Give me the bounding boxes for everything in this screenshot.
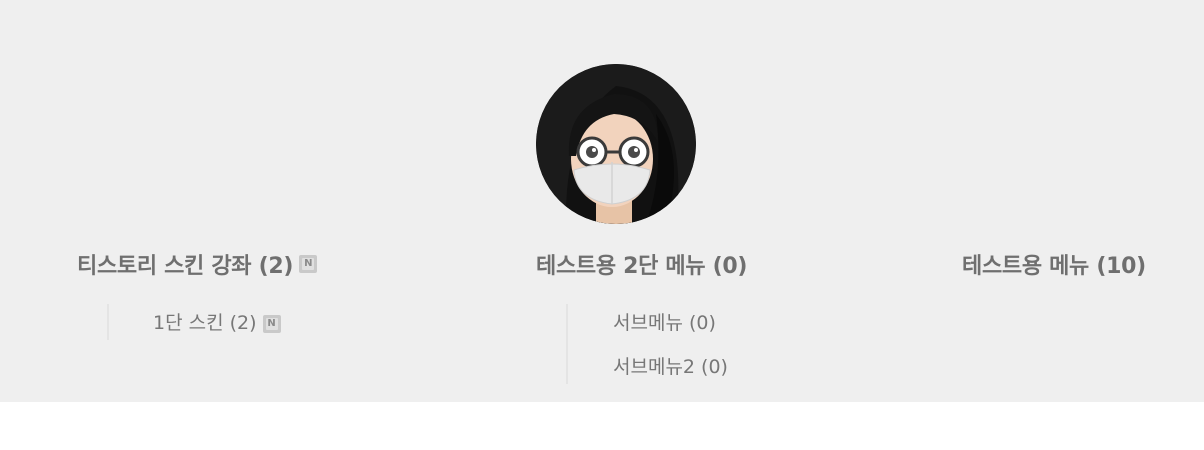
subcategory-item-1dan-skin[interactable]: 1단 스킨 (2) N (153, 304, 281, 340)
subcategory-label: 1단 스킨 (2) (153, 312, 257, 334)
category-title-label: 테스트용 메뉴 (10) (962, 254, 1146, 279)
category-title-tistory-skin[interactable]: 티스토리 스킨 강좌 (2) N (77, 248, 318, 280)
new-badge-icon: N (262, 314, 281, 333)
subcategory-list-test-2dan-menu: 서브메뉴 (0) 서브메뉴2 (0) (566, 304, 728, 384)
subcategory-item-submenu[interactable]: 서브메뉴 (0) (613, 304, 728, 348)
new-badge-icon: N (299, 255, 318, 273)
category-title-test-2dan-menu[interactable]: 테스트용 2단 메뉴 (0) (536, 248, 747, 280)
subcategory-item-submenu2[interactable]: 서브메뉴2 (0) (613, 348, 728, 392)
category-title-label: 테스트용 2단 메뉴 (0) (536, 254, 748, 279)
memoji-avatar-icon (536, 64, 696, 224)
category-title-test-menu[interactable]: 테스트용 메뉴 (10) (962, 248, 1146, 280)
subcategory-list-tistory-skin: 1단 스킨 (2) N (107, 304, 281, 340)
profile-avatar[interactable] (536, 64, 696, 224)
category-title-label: 티스토리 스킨 강좌 (2) (77, 254, 294, 279)
